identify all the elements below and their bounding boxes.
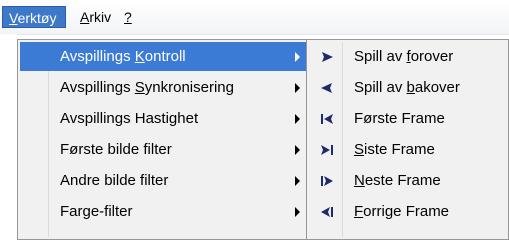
- submenu-item-forste-frame[interactable]: Første Frame: [309, 104, 506, 133]
- previous-frame-icon: [321, 207, 333, 217]
- menu-item-label: Første bilde filter: [60, 141, 172, 158]
- submenu-arrow-icon: [295, 207, 300, 217]
- submenu-item-label: Første Frame: [354, 110, 445, 127]
- menu-arkiv[interactable]: Arkiv: [74, 6, 117, 28]
- submenu-arrow-icon: [295, 114, 300, 124]
- menu-verktoy-label-rest: erktøy: [17, 10, 57, 26]
- menu-item-label: Avspillings Kontroll: [60, 48, 186, 65]
- submenu-item-siste-frame[interactable]: Siste Frame: [309, 135, 506, 164]
- first-frame-icon: [321, 114, 333, 124]
- menu-arkiv-label-rest: rkiv: [89, 9, 112, 25]
- menu-verktoy-label-ul: V: [9, 10, 18, 26]
- submenu-item-label: Neste Frame: [354, 172, 441, 189]
- menu-item-forste-bilde-filter[interactable]: Første bilde filter: [20, 135, 306, 164]
- submenu-item-spill-av-bakover[interactable]: Spill av bakover: [309, 73, 506, 102]
- menu-item-label: Avspillings Synkronisering: [60, 79, 234, 96]
- next-frame-icon: [321, 176, 333, 186]
- submenu-item-label: Forrige Frame: [354, 203, 450, 220]
- play-forward-icon: [322, 52, 333, 62]
- submenu-item-neste-frame[interactable]: Neste Frame: [309, 166, 506, 195]
- menu-item-avspillings-kontroll[interactable]: Avspillings Kontroll: [20, 42, 306, 71]
- submenu-item-label: Spill av bakover: [354, 79, 460, 96]
- submenu-arrow-icon: [295, 145, 300, 155]
- menu-help[interactable]: ?: [118, 6, 138, 28]
- menu-arkiv-label-ul: A: [80, 9, 90, 25]
- last-frame-icon: [321, 145, 333, 155]
- background-area: [0, 34, 17, 240]
- submenu-arrow-icon: [295, 52, 300, 62]
- menu-item-avspillings-hastighet[interactable]: Avspillings Hastighet: [20, 104, 306, 133]
- menu-verktoy[interactable]: Verktøy: [2, 6, 66, 28]
- submenu-arrow-icon: [295, 176, 300, 186]
- play-backward-icon: [321, 83, 332, 93]
- submenu-arrow-icon: [295, 83, 300, 93]
- verktoy-dropdown-menu: Avspillings Kontroll Avspillings Synkron…: [17, 39, 309, 240]
- menu-item-avspillings-synkronisering[interactable]: Avspillings Synkronisering: [20, 73, 306, 102]
- submenu-item-spill-av-forover[interactable]: Spill av forover: [309, 42, 506, 71]
- menu-item-andre-bilde-filter[interactable]: Andre bilde filter: [20, 166, 306, 195]
- submenu-item-label: Spill av forover: [354, 48, 454, 65]
- avspillings-kontroll-submenu: Spill av forover Spill av bakover Første…: [306, 39, 509, 240]
- menu-item-label: Farge-filter: [60, 203, 133, 220]
- menu-item-farge-filter[interactable]: Farge-filter: [20, 197, 306, 226]
- menu-bar: Verktøy Arkiv ?: [0, 0, 509, 35]
- menu-help-label-ul: ?: [124, 9, 132, 25]
- submenu-item-forrige-frame[interactable]: Forrige Frame: [309, 197, 506, 226]
- menu-item-label: Andre bilde filter: [60, 172, 169, 189]
- submenu-item-label: Siste Frame: [354, 141, 435, 158]
- menu-item-label: Avspillings Hastighet: [60, 110, 199, 127]
